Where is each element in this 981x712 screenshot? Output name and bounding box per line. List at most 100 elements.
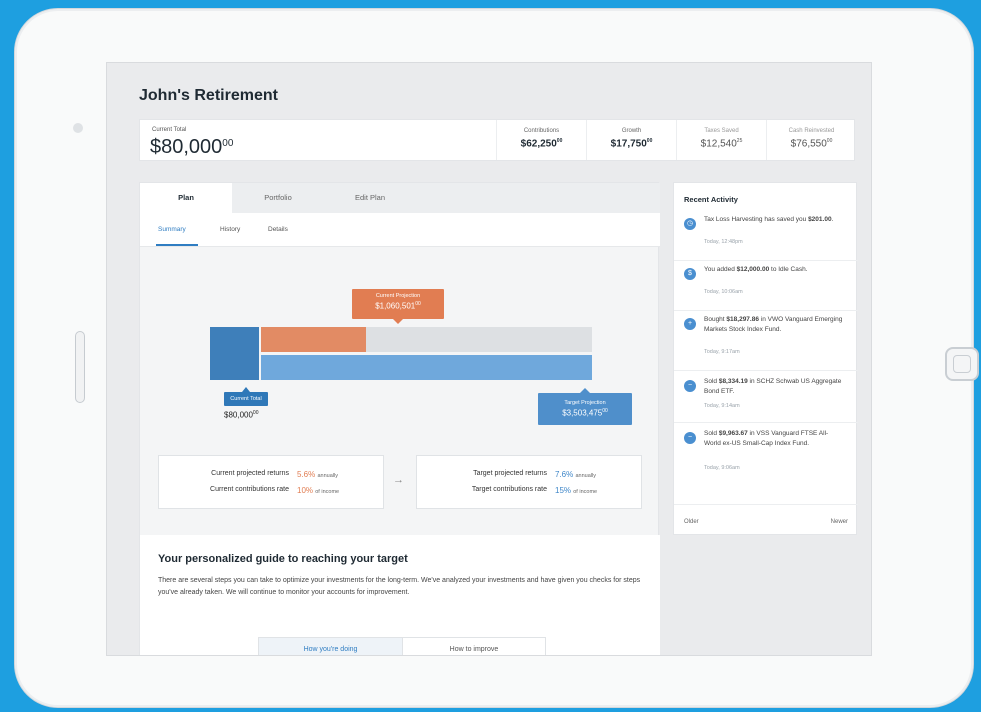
dollar-icon: $ [684, 268, 696, 280]
activity-amount: $201.00 [808, 216, 832, 223]
newer-link[interactable]: Newer [831, 519, 848, 525]
stat-taxes-saved: Taxes Saved $12,54025 [676, 120, 766, 160]
stat-cents: 25 [736, 138, 743, 144]
activity-amount: $18,297.86 [726, 316, 759, 323]
activity-time: Today, 9:06am [704, 465, 740, 471]
returns-percent: 7.6% [555, 470, 574, 479]
activity-time: Today, 10:06am [704, 289, 743, 295]
activity-pre: Tax Loss Harvesting has saved you [704, 216, 809, 223]
main-tabs: Plan Portfolio Edit Plan [140, 183, 660, 213]
returns-percent: 5.6% [297, 470, 316, 479]
activity-item[interactable]: − Sold $8,334.19 in SCHZ Schwab US Aggre… [674, 377, 858, 423]
tab-portfolio[interactable]: Portfolio [232, 183, 324, 213]
current-total-cents: 00 [222, 138, 234, 149]
callout-value: $1,060,50100 [352, 301, 444, 311]
arrow-right-icon: → [393, 474, 404, 486]
stat-contributions: Contributions $62,25000 [496, 120, 586, 160]
activity-time: Today, 9:14am [704, 403, 740, 409]
returns-suffix: annually [575, 473, 596, 479]
subtab-history[interactable]: History [220, 226, 240, 233]
current-projection-callout: Current Projection $1,060,50100 [352, 289, 444, 324]
activity-text: Sold $8,334.19 in SCHZ Schwab US Aggrega… [704, 377, 844, 397]
returns-suffix: of income [573, 489, 598, 495]
current-total-amount: $80,000 [150, 136, 223, 158]
callout-amount: $1,060,501 [375, 301, 416, 311]
callout-value: $3,503,47500 [538, 408, 632, 418]
activity-post: to Idle Cash. [769, 266, 808, 273]
home-button-inner [953, 355, 971, 373]
activity-text: Sold $9,963.67 in VSS Vanguard FTSE All-… [704, 429, 844, 449]
returns-value: 15% of income [555, 486, 597, 495]
returns-label: Target projected returns [473, 470, 547, 477]
callout-cents: 00 [602, 408, 608, 414]
current-total-value: $80,00000 [150, 136, 233, 159]
stat-amount: $12,540 [700, 138, 737, 150]
older-link[interactable]: Older [684, 519, 699, 525]
callout-label: Target Projection [564, 400, 606, 406]
returns-suffix: of income [315, 489, 340, 495]
stat-amount: $62,250 [520, 138, 557, 150]
current-total-label: Current Total [152, 127, 187, 133]
callout-label: Current Total [230, 396, 262, 402]
bar-current-total [210, 327, 259, 380]
bar-current-projection [261, 327, 366, 352]
tab-plan[interactable]: Plan [140, 183, 232, 213]
current-returns-box: Current projected returns 5.6% annually … [158, 455, 384, 509]
stat-label: Contributions [523, 128, 560, 134]
returns-label: Current projected returns [211, 470, 289, 477]
returns-percent: 15% [555, 486, 572, 495]
target-projection-callout: Target Projection $3,503,47500 [538, 388, 632, 425]
activity-item[interactable]: ◷ Tax Loss Harvesting has saved you $201… [674, 215, 858, 261]
activity-amount: $12,000.00 [736, 266, 770, 273]
chart-total-cents: 00 [252, 410, 259, 416]
recent-activity-title: Recent Activity [684, 195, 738, 204]
subtab-details[interactable]: Details [268, 226, 288, 233]
activity-item[interactable]: − Sold $9,963.67 in VSS Vanguard FTSE Al… [674, 429, 858, 505]
tab-edit-plan[interactable]: Edit Plan [324, 183, 416, 213]
returns-value: 7.6% annually [555, 470, 596, 479]
stat-amount: $76,550 [790, 138, 827, 150]
callout-label: Current Projection [375, 293, 421, 299]
activity-pagination: Older Newer [674, 512, 858, 534]
returns-label: Current contributions rate [210, 486, 289, 493]
stat-cents: 00 [646, 138, 653, 144]
chart-total-amount: $80,000 [224, 410, 253, 420]
returns-value: 5.6% annually [297, 470, 338, 479]
stat-label: Taxes Saved [704, 128, 739, 134]
returns-label: Target contributions rate [471, 486, 547, 493]
guide-tabs: How you're doing How to improve [258, 637, 546, 655]
stat-label: Cash Reinvested [788, 128, 835, 134]
totals-bar: Current Total $80,00000 Contributions $6… [139, 119, 855, 161]
returns-suffix: annually [317, 473, 338, 479]
sub-tabs: Summary History Details [140, 213, 660, 247]
activity-pre: Bought [704, 316, 727, 323]
stat-value: $76,55000 [767, 138, 856, 149]
clock-icon: ◷ [684, 218, 696, 230]
plan-panel: Plan Portfolio Edit Plan Summary History… [139, 182, 660, 655]
guide-heading: Your personalized guide to reaching your… [158, 553, 408, 565]
side-button [75, 331, 85, 403]
stat-value: $62,25000 [497, 138, 586, 149]
activity-post: . [831, 216, 834, 223]
guide-section: Your personalized guide to reaching your… [140, 535, 660, 655]
activity-pre: Sold [704, 378, 719, 385]
minus-icon: − [684, 380, 696, 392]
subtab-summary[interactable]: Summary [158, 226, 186, 233]
projection-chart [210, 327, 592, 381]
tab-how-to-improve[interactable]: How to improve [402, 638, 545, 655]
stat-growth: Growth $17,75000 [586, 120, 676, 160]
activity-pre: You added [704, 266, 737, 273]
stat-cents: 00 [556, 138, 563, 144]
plus-icon: + [684, 318, 696, 330]
activity-item[interactable]: $ You added $12,000.00 to Idle Cash. Tod… [674, 265, 858, 311]
activity-item[interactable]: + Bought $18,297.86 in VWO Vanguard Emer… [674, 315, 858, 371]
tab-how-youre-doing[interactable]: How you're doing [259, 638, 402, 655]
activity-amount: $9,963.67 [718, 430, 748, 437]
returns-value: 10% of income [297, 486, 339, 495]
bar-target-projection [261, 355, 592, 380]
stat-value: $12,54025 [677, 138, 766, 149]
activity-text: Bought $18,297.86 in VWO Vanguard Emergi… [704, 315, 844, 335]
stat-cents: 00 [826, 138, 833, 144]
stat-value: $17,75000 [587, 138, 676, 149]
stat-amount: $17,750 [610, 138, 647, 150]
